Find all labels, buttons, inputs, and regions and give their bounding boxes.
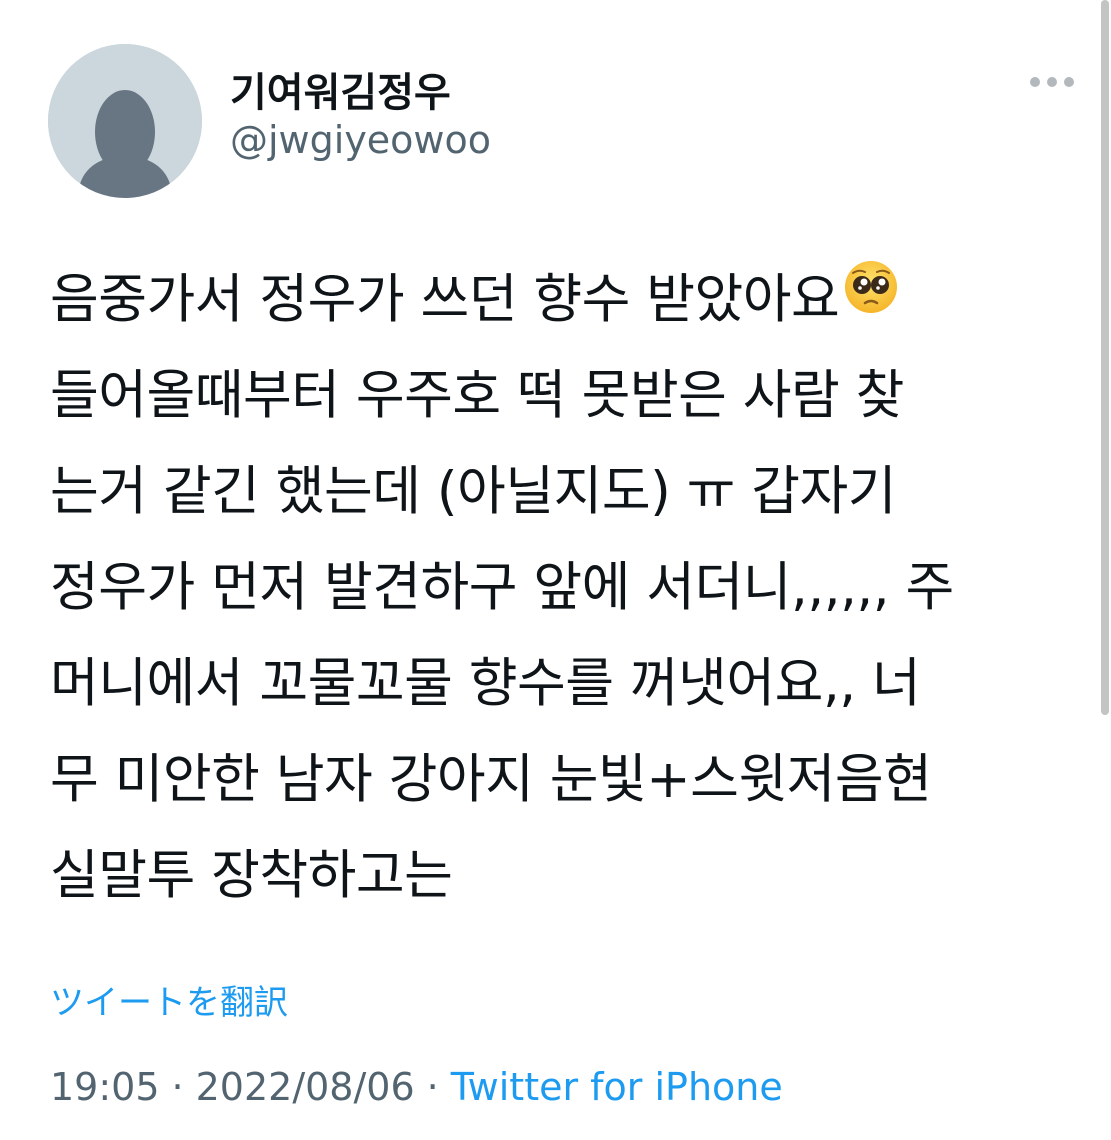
tweet-source-link[interactable]: Twitter for iPhone [451,1065,783,1109]
tweet-line: 들어올때부터 우주호 떡 못받은 사람 찾 [50,365,904,426]
author-display-name[interactable]: 기여워김정우 [230,60,451,118]
tweet-meta: 19:05 · 2022/08/06 · Twitter for iPhone [50,1065,783,1109]
tweet-line: 는거 같긴 했는데 (아닐지도) ㅠ 갑자기 [50,461,897,522]
meta-separator: · [171,1065,184,1109]
tweet-time[interactable]: 19:05 [50,1065,160,1109]
tweet-line: 무 미안한 남자 강아지 눈빛+스윗저음현 [50,749,932,810]
tweet-line: 음중가서 정우가 쓰던 향수 받았아요 [50,252,1080,348]
pleading-face-emoji-icon [843,250,899,346]
tweet-line: 정우가 먼저 발견하구 앞에 서더니,,,,,, 주 [50,557,954,618]
translate-tweet-link[interactable]: ツイートを翻訳 [50,975,288,1024]
tweet-line-text: 음중가서 정우가 쓰던 향수 받았아요 [50,269,840,330]
meta-separator: · [426,1065,439,1109]
tweet-detail: 기여워김정우 @jwgiyeowoo 음중가서 정우가 쓰던 향수 받았아요 들… [0,0,1111,1140]
tweet-text: 음중가서 정우가 쓰던 향수 받았아요 들어올때부터 우주호 떡 못받은 사람 … [50,252,1080,924]
scrollbar[interactable] [1101,0,1109,715]
tweet-line: 실말투 장착하고는 [50,845,453,906]
tweet-line: 머니에서 꼬물꼬물 향수를 꺼냇어요,, 너 [50,653,921,714]
default-avatar-icon [48,44,202,198]
tweet-date[interactable]: 2022/08/06 [196,1065,415,1109]
avatar[interactable] [48,44,202,198]
more-button[interactable] [1024,66,1080,98]
author-handle[interactable]: @jwgiyeowoo [230,118,491,162]
more-horizontal-icon [1030,77,1074,87]
